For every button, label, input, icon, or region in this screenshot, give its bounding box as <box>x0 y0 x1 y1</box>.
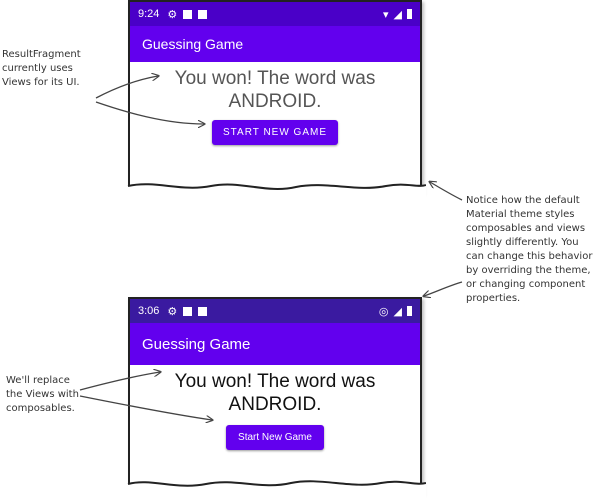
phone-screen-views: 9:24 ⚙ ▾ ◢ Guessing Game You won! The wo… <box>126 0 426 204</box>
photo-icon <box>183 306 193 316</box>
location-icon: ◎ <box>378 305 389 318</box>
result-message-line2: ANDROID. <box>228 393 322 415</box>
app-bar: Guessing Game <box>130 26 420 62</box>
app-title: Guessing Game <box>142 335 251 353</box>
result-message: You won! The word was ANDROID. <box>130 371 420 417</box>
wifi-icon: ▾ <box>383 8 389 21</box>
annotation-material-theme: Notice how the default Material theme st… <box>466 195 593 304</box>
app-bar: Guessing Game <box>130 323 420 365</box>
start-new-game-button[interactable]: Start New Game <box>226 424 324 450</box>
result-message-line1: You won! The word was <box>174 68 376 89</box>
status-time: 9:24 <box>138 8 160 20</box>
status-bar: 3:06 ⚙ ◎ ◢ <box>130 299 420 323</box>
result-message: You won! The word was ANDROID. <box>130 68 420 114</box>
status-time: 3:06 <box>138 305 160 317</box>
result-content: You won! The word was ANDROID. Start New… <box>130 371 420 450</box>
torn-edge <box>126 480 426 501</box>
sd-card-icon <box>198 306 208 316</box>
gear-icon: ⚙ <box>167 305 178 318</box>
battery-icon <box>407 9 412 19</box>
photo-icon <box>183 9 193 19</box>
annotation-result-fragment: ResultFragment currently uses Views for … <box>2 49 81 88</box>
phone-screen-composables: 3:06 ⚙ ◎ ◢ Guessing Game You won! The wo… <box>126 297 426 501</box>
gear-icon: ⚙ <box>167 8 178 21</box>
signal-icon: ◢ <box>393 305 402 318</box>
torn-edge <box>126 183 426 204</box>
signal-icon: ◢ <box>393 8 402 21</box>
sd-card-icon <box>198 9 208 19</box>
battery-icon <box>407 306 412 316</box>
start-new-game-button[interactable]: START NEW GAME <box>211 119 338 145</box>
result-content: You won! The word was ANDROID. START NEW… <box>130 68 420 145</box>
result-message-line1: You won! The word was <box>174 371 376 392</box>
app-title: Guessing Game <box>142 36 244 52</box>
result-message-line2: ANDROID. <box>228 90 322 112</box>
status-bar: 9:24 ⚙ ▾ ◢ <box>130 2 420 26</box>
annotation-replace-views: We'll replace the Views with composables… <box>6 375 79 414</box>
